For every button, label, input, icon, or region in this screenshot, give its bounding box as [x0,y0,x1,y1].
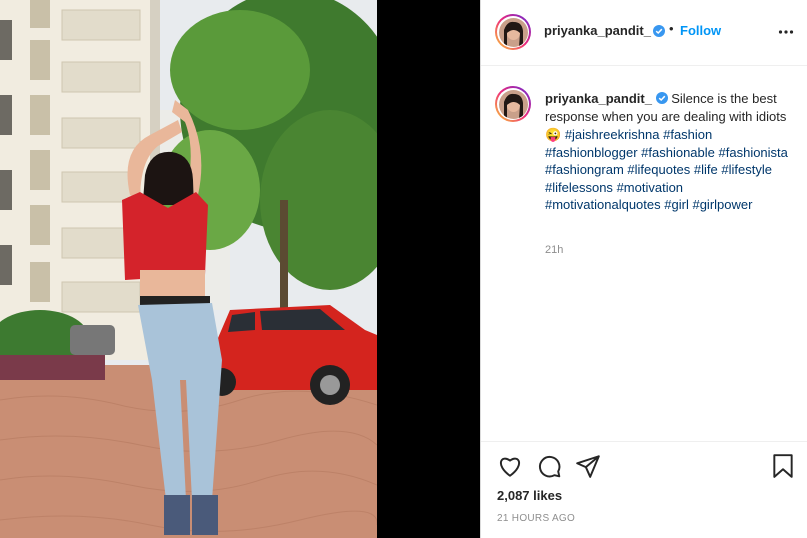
hashtag-link[interactable]: #motivation [617,180,683,195]
hashtag-link[interactable]: #fashionblogger [545,145,638,160]
heart-icon[interactable] [497,453,523,479]
hashtag-link[interactable]: #lifestyle [721,162,772,177]
caption-avatar-image [498,89,528,119]
avatar-image [498,17,528,47]
caption-avatar[interactable] [495,86,531,122]
verified-badge-icon [655,91,668,109]
paper-plane-icon[interactable] [575,453,601,479]
caption-area: priyanka_pandit_ Silence is the best res… [481,66,807,441]
avatar[interactable] [495,14,531,50]
bookmark-icon[interactable] [770,453,796,479]
hashtag-link[interactable]: #fashion [663,127,712,142]
more-options-icon[interactable] [778,24,794,45]
hashtag-link[interactable]: #lifelessons [545,180,613,195]
hashtag-link[interactable]: #fashiongram [545,162,624,177]
hashtag-link[interactable]: #motivationalquotes [545,197,661,212]
posted-time[interactable]: 21 HOURS AGO [497,513,575,524]
follow-button[interactable]: Follow [680,23,721,38]
hashtag-link[interactable]: #fashionista [719,145,788,160]
post-photo[interactable] [0,0,377,538]
caption-emoji: 😜 [545,126,562,142]
hashtag-link[interactable]: #girl [664,197,689,212]
post-header: priyanka_pandit_ • Follow [481,0,807,66]
header-separator: • [669,21,674,36]
caption-text: priyanka_pandit_ Silence is the best res… [545,90,793,214]
likes-count[interactable]: 2,087 likes [497,488,562,503]
hashtag-link[interactable]: #lifequotes [627,162,690,177]
post-details-panel: priyanka_pandit_ • Follow priyanka_pandi… [480,0,807,538]
verified-badge-icon [653,24,665,42]
caption-timestamp[interactable]: 21h [545,244,563,256]
post-photo-illustration [0,0,377,538]
hashtag-link[interactable]: #girlpower [692,197,752,212]
hashtag-link[interactable]: #jaishreekrishna [565,127,660,142]
photo-letterbox [377,0,480,538]
action-bar: 2,087 likes 21 HOURS AGO [481,441,807,538]
caption-username[interactable]: priyanka_pandit_ [545,91,652,106]
hashtag-link[interactable]: #fashionable [641,145,715,160]
comment-icon[interactable] [536,453,562,479]
hashtag-list: #jaishreekrishna #fashion #fashionblogge… [545,127,788,212]
hashtag-link[interactable]: #life [694,162,718,177]
header-username[interactable]: priyanka_pandit_ [544,23,651,38]
